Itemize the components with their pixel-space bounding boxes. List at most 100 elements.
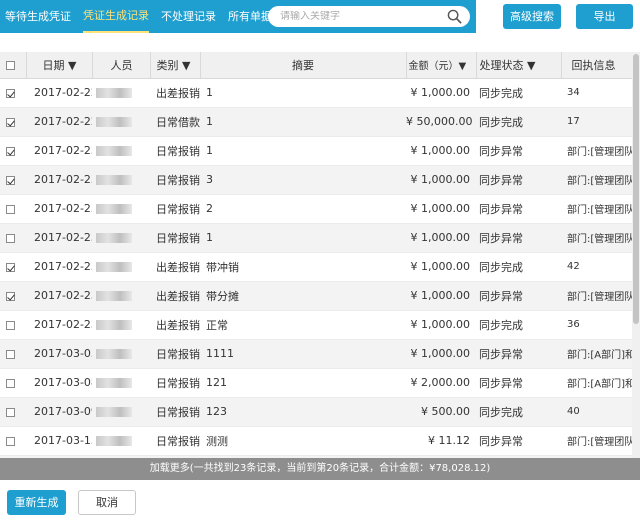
table-row[interactable]: 2017-02-23 日常报销1¥ 1,000.00同步异常部门:[管理团队]..… xyxy=(0,223,632,253)
search-icon[interactable] xyxy=(447,9,462,24)
row-checkbox[interactable] xyxy=(6,320,15,330)
header-status[interactable]: 处理状态 ▼ xyxy=(476,52,562,79)
summary-cell: 1 xyxy=(200,136,406,166)
table-row[interactable]: 2017-02-23 日常报销1¥ 1,000.00同步异常部门:[管理团队]..… xyxy=(0,136,632,166)
category-cell: 日常报销 xyxy=(150,368,200,398)
person-cell xyxy=(92,136,150,166)
table-row[interactable]: 2017-02-23 出差报销带分摊¥ 1,000.00同步异常部门:[管理团队]… xyxy=(0,281,632,311)
category-cell: 日常报销 xyxy=(150,223,200,253)
date-cell: 2017-02-23 xyxy=(26,223,92,253)
amount-cell: ¥ 1,000.00 xyxy=(406,136,476,166)
row-checkbox[interactable] xyxy=(6,407,15,417)
header-category[interactable]: 类别 ▼ xyxy=(150,52,201,79)
redacted-person-name xyxy=(96,146,132,156)
header-summary: 摘要 xyxy=(200,52,407,79)
person-cell xyxy=(92,107,150,137)
status-cell: 同步异常 xyxy=(476,426,561,456)
category-cell: 出差报销 xyxy=(150,281,200,311)
cancel-button[interactable]: 取消 xyxy=(78,490,136,515)
person-cell xyxy=(92,78,150,108)
category-cell: 日常报销 xyxy=(150,165,200,195)
status-cell: 同步异常 xyxy=(476,194,561,224)
status-cell: 同步异常 xyxy=(476,281,561,311)
records-table-wrap: 日期 ▼ 人员 类别 ▼ 摘要 金额（元）▼ 处理状态 ▼ 回执信息 2017-… xyxy=(0,52,632,458)
row-select-cell xyxy=(0,136,26,166)
row-checkbox[interactable] xyxy=(6,378,15,388)
status-cell: 同步完成 xyxy=(476,78,561,108)
category-cell: 日常借款 xyxy=(150,107,200,137)
scrollbar-thumb[interactable] xyxy=(633,54,639,324)
table-row[interactable]: 2017-03-03 日常报销 1111 ¥ 1,000.00 同步异常 部门:[A部门]… xyxy=(0,339,632,369)
row-checkbox[interactable] xyxy=(6,349,15,359)
tab-voucher-records[interactable]: 凭证生成记录 xyxy=(83,0,149,33)
amount-cell: ¥ 1,000.00 xyxy=(406,281,476,311)
table-row[interactable]: 2017-02-23 日常报销3¥ 1,000.00同步异常部门:[管理团队]..… xyxy=(0,165,632,195)
table-row[interactable]: 2017-02-23 出差报销 正常 ¥ 1,000.00 同步完成 36 xyxy=(0,310,632,340)
redacted-person-name xyxy=(96,262,132,272)
status-cell: 同步完成 xyxy=(476,107,561,137)
table-row[interactable]: 2017-02-22 日常借款 1 ¥ 50,000.00 同步完成 17 xyxy=(0,107,632,137)
receipt-cell: 17 xyxy=(561,107,632,137)
person-cell xyxy=(92,368,150,398)
table-row[interactable]: 2017-03-13 日常报销测测¥ 11.12同步异常部门:[管理团队]... xyxy=(0,426,632,456)
table-row[interactable]: 2017-02-22 出差报销 1 ¥ 1,000.00 同步完成 34 xyxy=(0,78,632,108)
summary-cell: 1 xyxy=(200,107,406,137)
redacted-person-name xyxy=(96,407,132,417)
table-row[interactable]: 2017-02-23 出差报销 带冲销 ¥ 1,000.00 同步完成 42 xyxy=(0,252,632,282)
row-select-cell xyxy=(0,194,26,224)
row-checkbox[interactable] xyxy=(6,233,15,243)
summary-cell: 1111 xyxy=(200,339,406,369)
tab-pending-vouchers[interactable]: 等待生成凭证 xyxy=(5,0,71,33)
header-amount[interactable]: 金额（元）▼ xyxy=(406,52,477,79)
vertical-scrollbar[interactable] xyxy=(632,52,640,458)
row-select-cell xyxy=(0,252,26,282)
date-cell: 2017-02-22 xyxy=(26,107,92,137)
receipt-cell: 42 xyxy=(561,252,632,282)
bottom-action-bar: 重新生成 取消 xyxy=(0,480,640,529)
status-cell: 同步异常 xyxy=(476,136,561,166)
header-date[interactable]: 日期 ▼ xyxy=(26,52,93,79)
amount-cell: ¥ 1,000.00 xyxy=(406,78,476,108)
redacted-person-name xyxy=(96,349,132,359)
row-checkbox[interactable] xyxy=(6,204,15,214)
row-select-cell xyxy=(0,397,26,427)
row-checkbox[interactable] xyxy=(6,175,15,185)
select-all-checkbox[interactable] xyxy=(6,60,15,70)
row-checkbox[interactable] xyxy=(6,88,15,98)
select-all-cell xyxy=(0,52,27,79)
redacted-person-name xyxy=(96,320,132,330)
tab-all-documents[interactable]: 所有单据 xyxy=(228,0,272,33)
row-select-cell xyxy=(0,310,26,340)
row-select-cell xyxy=(0,426,26,456)
table-row[interactable]: 2017-03-08 日常报销121¥ 2,000.00同步异常部门:[A部门]和… xyxy=(0,368,632,398)
redacted-person-name xyxy=(96,88,132,98)
row-checkbox[interactable] xyxy=(6,117,15,127)
amount-cell: ¥ 11.12 xyxy=(406,426,476,456)
row-checkbox[interactable] xyxy=(6,291,15,301)
row-checkbox[interactable] xyxy=(6,146,15,156)
advanced-search-button[interactable]: 高级搜索 xyxy=(503,4,561,29)
receipt-cell: 部门:[管理团队]... xyxy=(561,223,632,253)
row-checkbox[interactable] xyxy=(6,262,15,272)
receipt-cell: 部门:[管理团队]... xyxy=(561,165,632,195)
category-cell: 出差报销 xyxy=(150,78,200,108)
date-cell: 2017-02-22 xyxy=(26,78,92,108)
date-cell: 2017-02-23 xyxy=(26,252,92,282)
export-button[interactable]: 导出 xyxy=(576,4,633,29)
receipt-cell: 34 xyxy=(561,78,632,108)
summary-cell: 3 xyxy=(200,165,406,195)
tab-ignored-records[interactable]: 不处理记录 xyxy=(161,0,216,33)
receipt-cell: 36 xyxy=(561,310,632,340)
load-more-bar[interactable]: 加载更多(一共找到23条记录，当前到第20条记录，合计金额：¥78,028.12… xyxy=(0,458,640,480)
table-row[interactable]: 2017-02-23 日常报销2¥ 1,000.00同步异常部门:[管理团队]..… xyxy=(0,194,632,224)
regenerate-button[interactable]: 重新生成 xyxy=(7,490,66,515)
category-cell: 出差报销 xyxy=(150,310,200,340)
receipt-cell: 部门:[管理团队]... xyxy=(561,136,632,166)
row-checkbox[interactable] xyxy=(6,436,15,446)
receipt-cell: 部门:[管理团队]... xyxy=(561,281,632,311)
date-cell: 2017-02-23 xyxy=(26,194,92,224)
search-input[interactable] xyxy=(280,11,440,22)
records-table: 日期 ▼ 人员 类别 ▼ 摘要 金额（元）▼ 处理状态 ▼ 回执信息 2017-… xyxy=(0,52,632,458)
receipt-cell: 部门:[A部门]和云... xyxy=(561,339,632,369)
table-row[interactable]: 2017-03-09 日常报销 123 ¥ 500.00 同步完成 40 xyxy=(0,397,632,427)
